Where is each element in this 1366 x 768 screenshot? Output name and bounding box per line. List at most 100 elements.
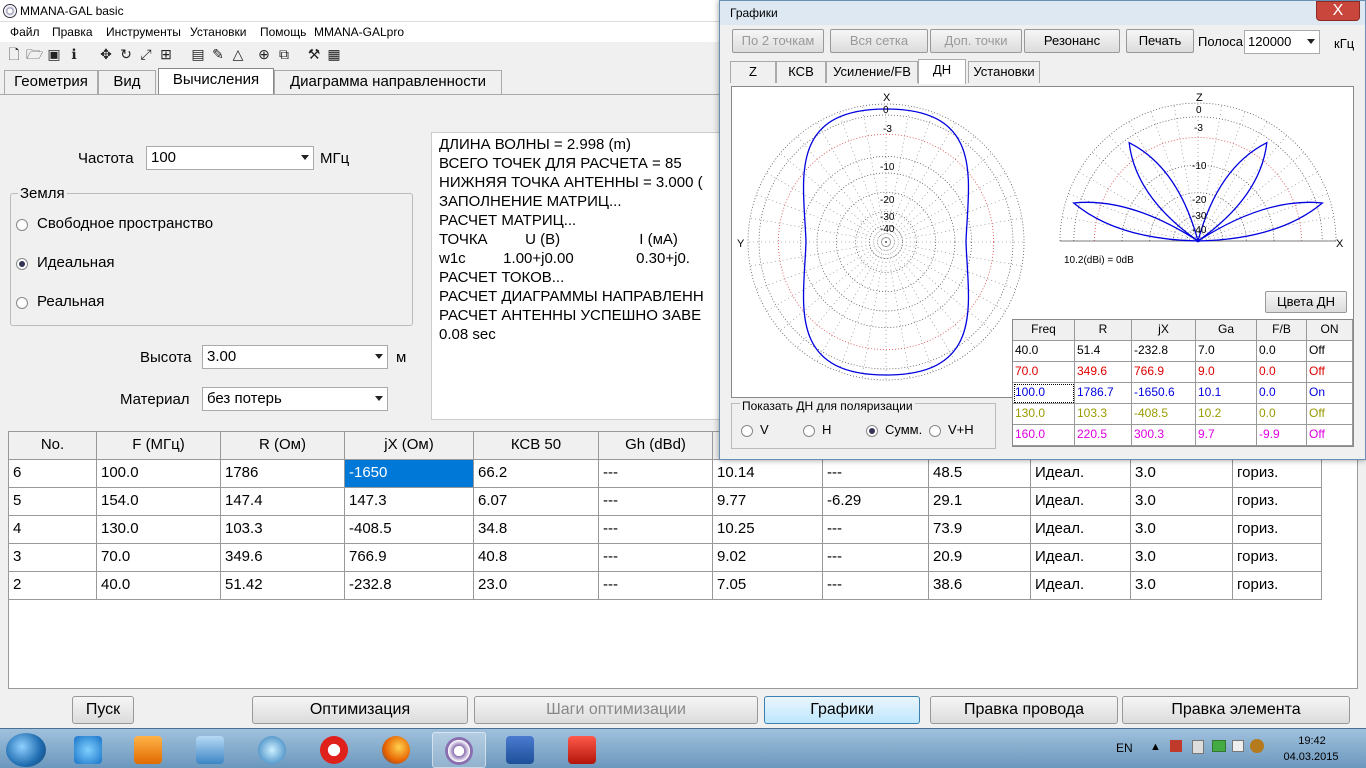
- copy-icon[interactable]: ⧉: [276, 46, 292, 62]
- gtab-settings[interactable]: Установки: [968, 61, 1040, 83]
- graphs-button[interactable]: Графики: [764, 696, 920, 724]
- optimize-button[interactable]: Оптимизация: [252, 696, 468, 724]
- pol-sum-label[interactable]: Сумм.: [885, 422, 922, 437]
- open-file-icon[interactable]: 🗁: [26, 46, 43, 62]
- table-cell[interactable]: 5: [9, 488, 97, 516]
- page-icon[interactable]: ▤: [190, 46, 206, 62]
- freq-cell[interactable]: 51.4: [1075, 341, 1132, 362]
- table-cell[interactable]: 3.0: [1131, 488, 1233, 516]
- freq-cell[interactable]: 70.0: [1013, 362, 1075, 383]
- freq-cell[interactable]: 160.0: [1013, 425, 1075, 446]
- table-cell[interactable]: 1786: [221, 460, 345, 488]
- table-cell[interactable]: Идеал.: [1031, 516, 1131, 544]
- freq-header-cell[interactable]: Freq: [1013, 320, 1075, 341]
- table-cell[interactable]: Идеал.: [1031, 460, 1131, 488]
- freq-cell[interactable]: 10.1: [1196, 383, 1257, 404]
- freq-cell[interactable]: 10.2: [1196, 404, 1257, 425]
- freq-cell[interactable]: 220.5: [1075, 425, 1132, 446]
- table-cell[interactable]: 10.14: [713, 460, 823, 488]
- freq-cell[interactable]: 766.9: [1132, 362, 1196, 383]
- triangle-icon[interactable]: △: [230, 46, 246, 62]
- table-cell[interactable]: 20.9: [929, 544, 1031, 572]
- gtab-pattern[interactable]: ДН: [918, 59, 966, 84]
- gtab-swr[interactable]: КСВ: [776, 61, 826, 83]
- clock-time[interactable]: 19:42: [1290, 735, 1334, 747]
- freq-header-cell[interactable]: jX: [1132, 320, 1196, 341]
- table-cell[interactable]: -1650: [345, 460, 474, 488]
- network-icon[interactable]: [1212, 740, 1226, 752]
- freq-cell[interactable]: -9.9: [1257, 425, 1307, 446]
- info-icon[interactable]: ℹ: [66, 46, 82, 62]
- new-file-icon[interactable]: 🗋: [6, 46, 22, 62]
- pol-v-radio[interactable]: [741, 425, 753, 437]
- table-cell[interactable]: 23.0: [474, 572, 599, 600]
- menu-help[interactable]: Помощь: [260, 25, 306, 39]
- table-cell[interactable]: ---: [823, 544, 929, 572]
- gtab-z[interactable]: Z: [730, 61, 776, 83]
- freq-cell[interactable]: Off: [1307, 341, 1353, 362]
- table-cell[interactable]: 154.0: [97, 488, 221, 516]
- table-cell[interactable]: 38.6: [929, 572, 1031, 600]
- taskbar-opera[interactable]: [308, 732, 362, 768]
- gtab-gain[interactable]: Усиление/FB: [826, 61, 918, 83]
- flag-icon[interactable]: [1170, 740, 1182, 752]
- tab-pattern[interactable]: Диаграмма направленности: [274, 70, 502, 94]
- resonance-button[interactable]: Резонанс: [1024, 29, 1120, 53]
- table-cell[interactable]: 6.07: [474, 488, 599, 516]
- ground-ideal-radio[interactable]: [16, 258, 28, 270]
- table-cell[interactable]: 130.0: [97, 516, 221, 544]
- freq-cell[interactable]: Off: [1307, 404, 1353, 425]
- freq-cell[interactable]: 300.3: [1132, 425, 1196, 446]
- ground-free-radio[interactable]: [16, 219, 28, 231]
- table-cell[interactable]: 66.2: [474, 460, 599, 488]
- extra-points-button[interactable]: Доп. точки: [930, 29, 1022, 53]
- freq-cell[interactable]: 349.6: [1075, 362, 1132, 383]
- taskbar-firefox[interactable]: [370, 732, 424, 768]
- table-cell[interactable]: -408.5: [345, 516, 474, 544]
- freq-cell[interactable]: 100.0: [1013, 383, 1075, 404]
- table-cell[interactable]: ---: [823, 460, 929, 488]
- start-button[interactable]: Пуск: [72, 696, 134, 724]
- table-cell[interactable]: 7.05: [713, 572, 823, 600]
- table-cell[interactable]: ---: [599, 488, 713, 516]
- freq-header-cell[interactable]: ON: [1307, 320, 1353, 341]
- taskbar-files[interactable]: [184, 732, 238, 768]
- freq-cell[interactable]: On: [1307, 383, 1353, 404]
- taskbar-mmana[interactable]: [432, 732, 486, 768]
- table-cell[interactable]: 100.0: [97, 460, 221, 488]
- start-orb-icon[interactable]: [6, 733, 46, 767]
- tray-arrow-icon[interactable]: ▲: [1150, 741, 1161, 753]
- table-cell[interactable]: 10.25: [713, 516, 823, 544]
- table-cell[interactable]: Идеал.: [1031, 488, 1131, 516]
- freq-cell[interactable]: 103.3: [1075, 404, 1132, 425]
- material-select[interactable]: без потерь: [202, 387, 388, 411]
- table-cell[interactable]: 34.8: [474, 516, 599, 544]
- table-cell[interactable]: ---: [599, 572, 713, 600]
- table-cell[interactable]: 147.3: [345, 488, 474, 516]
- pol-h-label[interactable]: H: [822, 422, 831, 437]
- tools-icon[interactable]: ⚒: [306, 46, 322, 62]
- menu-edit[interactable]: Правка: [52, 25, 93, 39]
- freq-cell[interactable]: 0.0: [1257, 362, 1307, 383]
- freq-cell[interactable]: 0.0: [1257, 383, 1307, 404]
- table-cell[interactable]: 147.4: [221, 488, 345, 516]
- volume-icon[interactable]: [1232, 740, 1244, 752]
- table-cell[interactable]: 70.0: [97, 544, 221, 572]
- table-cell[interactable]: Идеал.: [1031, 544, 1131, 572]
- table-cell[interactable]: 40.0: [97, 572, 221, 600]
- table-cell[interactable]: 3.0: [1131, 460, 1233, 488]
- table-cell[interactable]: 4: [9, 516, 97, 544]
- pol-vh-radio[interactable]: [929, 425, 941, 437]
- freq-cell[interactable]: 9.0: [1196, 362, 1257, 383]
- table-cell[interactable]: ---: [599, 544, 713, 572]
- table-cell[interactable]: 48.5: [929, 460, 1031, 488]
- table-cell[interactable]: 9.02: [713, 544, 823, 572]
- table-cell[interactable]: 9.77: [713, 488, 823, 516]
- language-indicator[interactable]: EN: [1116, 741, 1133, 755]
- freq-cell[interactable]: 0.0: [1257, 341, 1307, 362]
- table-cell[interactable]: 40.8: [474, 544, 599, 572]
- table-cell[interactable]: ---: [823, 572, 929, 600]
- menu-settings[interactable]: Установки: [190, 25, 246, 39]
- rotate-icon[interactable]: ↻: [118, 46, 134, 62]
- table-cell[interactable]: гориз.: [1233, 572, 1322, 600]
